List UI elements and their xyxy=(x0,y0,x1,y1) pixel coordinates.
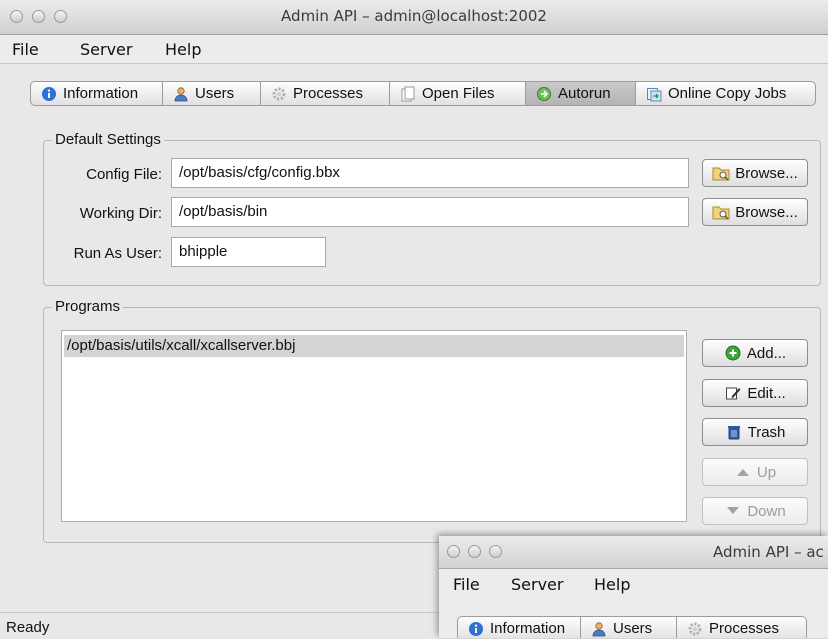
tab-online-copy-jobs[interactable]: Online Copy Jobs xyxy=(636,81,816,106)
info-icon xyxy=(468,621,484,637)
tab-information[interactable]: Information xyxy=(30,81,163,106)
menu-bar: File Server Help xyxy=(0,35,828,64)
chevron-down-icon xyxy=(724,503,742,519)
menu-file[interactable]: File xyxy=(12,40,39,59)
edit-label: Edit... xyxy=(747,384,786,402)
working-dir-field[interactable]: /opt/basis/bin xyxy=(171,197,689,227)
move-down-button[interactable]: Down xyxy=(702,497,808,525)
menu-help[interactable]: Help xyxy=(165,40,201,59)
trash-label: Trash xyxy=(747,423,786,441)
working-dir-label: Working Dir: xyxy=(79,205,162,222)
folder-icon xyxy=(712,165,730,181)
folder-icon xyxy=(712,204,730,220)
list-item[interactable]: /opt/basis/utils/xcall/xcallserver.bbj xyxy=(64,335,684,357)
zoom-window-button[interactable] xyxy=(489,545,502,558)
move-up-button[interactable]: Up xyxy=(702,458,808,486)
add-icon xyxy=(724,345,742,361)
second-title-bar[interactable]: Admin API – ac xyxy=(439,536,828,569)
menu-help[interactable]: Help xyxy=(594,575,630,594)
gear-icon xyxy=(271,86,287,102)
config-file-field[interactable]: /opt/basis/cfg/config.bbx xyxy=(171,158,689,188)
trash-program-button[interactable]: Trash xyxy=(702,418,808,446)
programs-title: Programs xyxy=(52,298,124,315)
browse-label: Browse... xyxy=(735,203,798,221)
second-tab-bar: Information Users Processes xyxy=(457,616,807,638)
working-dir-browse-button[interactable]: Browse... xyxy=(702,198,808,226)
run-as-user-field[interactable]: bhipple xyxy=(171,237,326,267)
trash-icon xyxy=(725,424,743,440)
tab-open-files[interactable]: Open Files xyxy=(390,81,526,106)
close-window-button[interactable] xyxy=(447,545,460,558)
edit-icon xyxy=(724,385,742,401)
minimize-window-button[interactable] xyxy=(468,545,481,558)
copy-icon xyxy=(646,86,662,102)
tab-autorun[interactable]: Autorun xyxy=(526,81,636,106)
second-menu-bar: File Server Help xyxy=(439,569,828,599)
config-browse-button[interactable]: Browse... xyxy=(702,159,808,187)
status-text: Ready xyxy=(6,619,50,636)
tab-bar: Information Users Processes Open Files A… xyxy=(30,81,816,108)
gear-icon xyxy=(687,621,703,637)
info-icon xyxy=(41,86,57,102)
menu-file[interactable]: File xyxy=(453,575,480,594)
tab-label: Online Copy Jobs xyxy=(668,85,787,102)
menu-server[interactable]: Server xyxy=(80,40,132,59)
second-window-title: Admin API – ac xyxy=(713,543,824,561)
add-label: Add... xyxy=(746,344,787,362)
users-icon xyxy=(173,86,189,102)
run-as-user-label: Run As User: xyxy=(73,245,162,262)
second-admin-api-window[interactable]: Admin API – ac File Server Help Informat… xyxy=(439,536,828,638)
tab-label: Users xyxy=(613,620,653,637)
tab-label: Processes xyxy=(293,85,364,102)
tab-label: Information xyxy=(490,620,566,637)
programs-list[interactable]: /opt/basis/utils/xcall/xcallserver.bbj xyxy=(61,330,687,522)
tab-users[interactable]: Users xyxy=(581,616,677,638)
edit-program-button[interactable]: Edit... xyxy=(702,379,808,407)
files-icon xyxy=(400,86,416,102)
tab-users[interactable]: Users xyxy=(163,81,261,106)
tab-label: Autorun xyxy=(558,85,611,102)
browse-label: Browse... xyxy=(735,164,798,182)
config-file-label: Config File: xyxy=(86,166,162,183)
tab-label: Information xyxy=(63,85,139,102)
tab-processes[interactable]: Processes xyxy=(677,616,807,638)
window-title: Admin API – admin@localhost:2002 xyxy=(281,7,547,25)
default-settings-title: Default Settings xyxy=(52,131,164,148)
users-icon xyxy=(591,621,607,637)
tab-label: Users xyxy=(195,85,235,102)
autorun-icon xyxy=(536,86,552,102)
title-bar[interactable]: Admin API – admin@localhost:2002 xyxy=(0,0,828,35)
tab-label: Open Files xyxy=(422,85,495,102)
add-program-button[interactable]: Add... xyxy=(702,339,808,367)
chevron-up-icon xyxy=(734,464,752,480)
menu-server[interactable]: Server xyxy=(511,575,563,594)
tab-processes[interactable]: Processes xyxy=(261,81,390,106)
down-label: Down xyxy=(747,502,786,520)
tab-label: Processes xyxy=(709,620,780,637)
tab-information[interactable]: Information xyxy=(457,616,581,638)
up-label: Up xyxy=(756,463,777,481)
